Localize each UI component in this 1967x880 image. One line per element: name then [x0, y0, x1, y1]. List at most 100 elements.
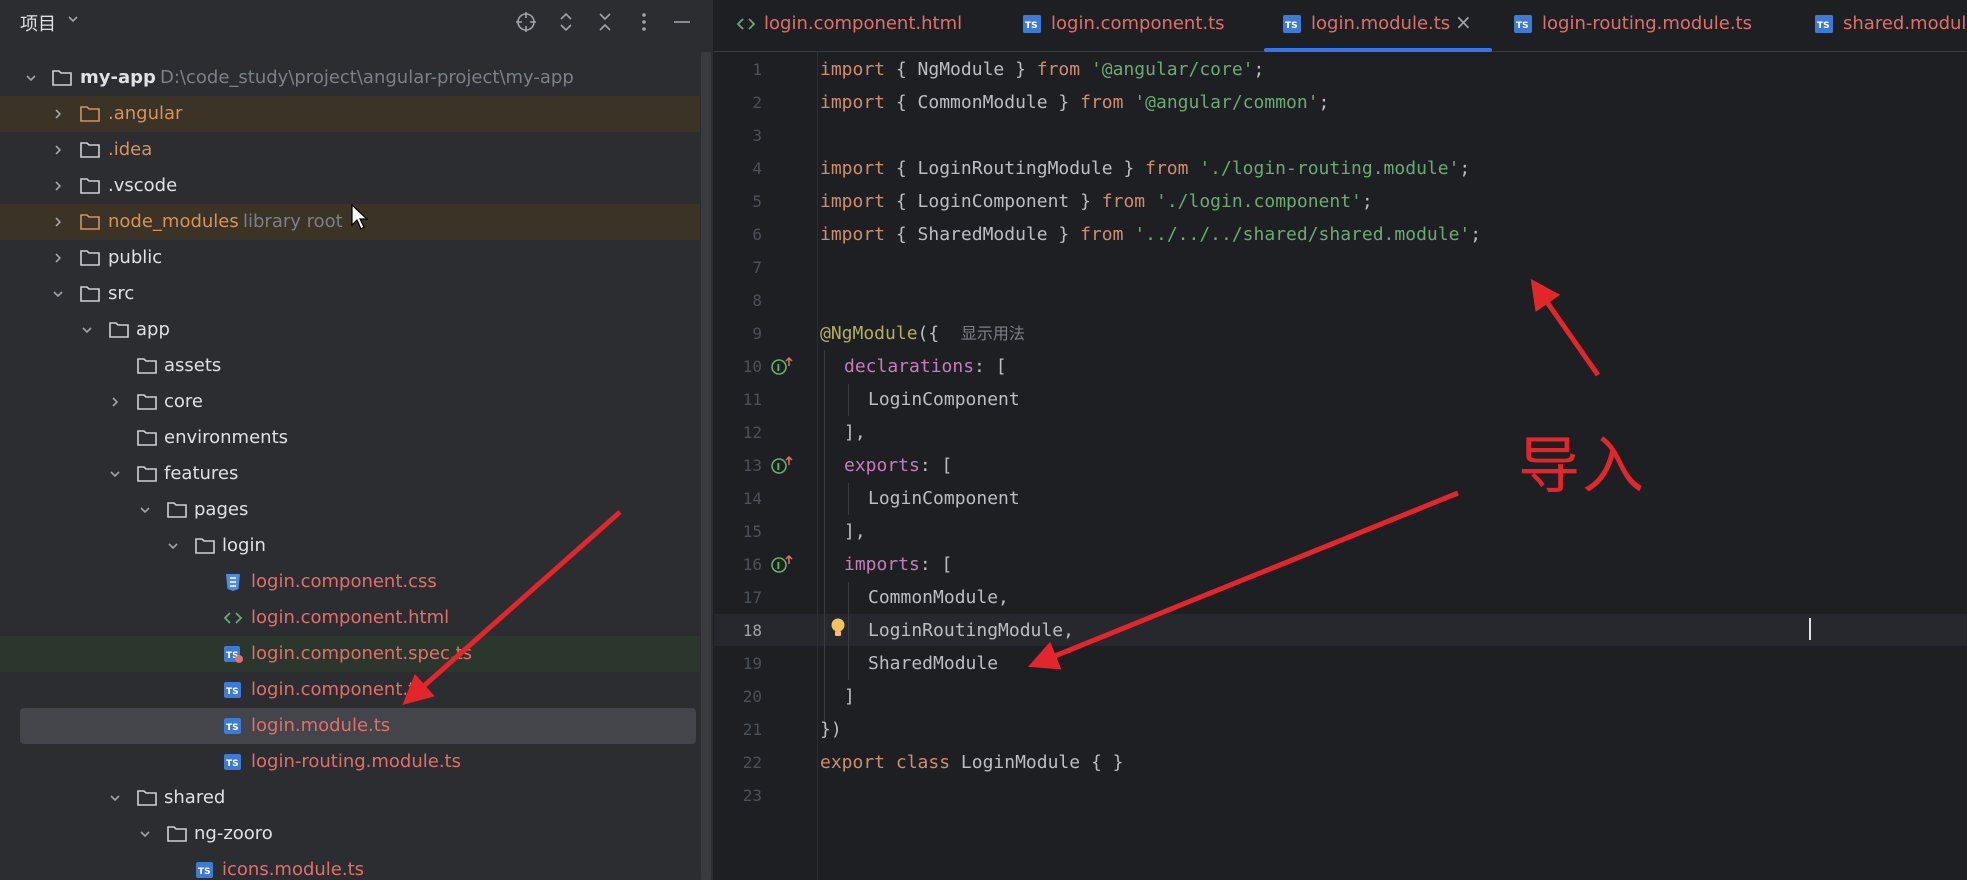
code-line-10[interactable]: declarations: [ — [844, 355, 1007, 379]
tree-item-login-spec[interactable]: TS login.component.spec.ts — [0, 636, 700, 672]
tree-item-label: src — [108, 283, 135, 304]
chevron-down-icon[interactable] — [108, 467, 122, 481]
code-line-21[interactable]: }) — [820, 718, 842, 742]
tree-item-my-app[interactable]: my-app D:\code_study\project\angular-pro… — [0, 60, 700, 96]
tree-item-icons-module[interactable]: TS icons.module.ts — [0, 852, 700, 880]
chevron-right-icon[interactable] — [108, 395, 122, 409]
tab-shared-module[interactable]: TS shared.module — [1812, 0, 1967, 52]
code-text: : [ — [919, 455, 953, 476]
chevron-down-icon[interactable] — [138, 827, 152, 841]
editor-tab-bar: login.component.html TS login.component.… — [714, 0, 1967, 52]
tree-item-assets[interactable]: assets — [0, 348, 700, 384]
chevron-down-icon[interactable] — [51, 287, 65, 301]
tree-item-login-css[interactable]: login.component.css — [0, 564, 700, 600]
code-line-14[interactable]: LoginComponent — [868, 487, 1020, 511]
code-line-13[interactable]: exports: [ — [844, 454, 952, 478]
tree-item-login-component-ts[interactable]: TS login.component.ts — [0, 672, 700, 708]
folder-icon — [80, 214, 100, 230]
close-icon[interactable]: × — [1455, 10, 1472, 34]
code-line-12[interactable]: ], — [844, 421, 866, 445]
tree-item-label: login — [222, 535, 266, 556]
code-line-15[interactable]: ], — [844, 520, 866, 544]
implemented-marker-icon[interactable]: I — [770, 455, 796, 475]
tab-login-component-ts[interactable]: TS login.component.ts — [1020, 0, 1252, 52]
property-name: imports — [844, 554, 920, 575]
folder-icon — [52, 70, 72, 86]
tree-item-core[interactable]: core — [0, 384, 700, 420]
chevron-down-icon[interactable] — [108, 791, 122, 805]
property-name: declarations — [844, 356, 975, 377]
tree-item-login-html[interactable]: login.component.html — [0, 600, 700, 636]
spec-ts-file-icon: TS — [224, 646, 243, 663]
chevron-down-icon[interactable] — [166, 539, 180, 553]
chevron-down-icon[interactable] — [138, 503, 152, 517]
tab-login-routing-module-ts[interactable]: TS login-routing.module.ts — [1511, 0, 1771, 52]
tree-item-features[interactable]: features — [0, 456, 700, 492]
code-line-2[interactable]: import { CommonModule } from '@angular/c… — [820, 91, 1329, 115]
code-line-5[interactable]: import { LoginComponent } from './login.… — [820, 190, 1373, 214]
code-line-9[interactable]: @NgModule({ 显示用法 — [820, 322, 1025, 347]
keyword-class: class — [895, 752, 951, 773]
mouse-cursor-icon — [351, 203, 369, 230]
code-line-16[interactable]: imports: [ — [844, 553, 952, 577]
chevron-right-icon[interactable] — [51, 251, 65, 265]
implemented-marker-icon[interactable]: I — [770, 356, 796, 376]
tree-item-label: login.module.ts — [251, 715, 391, 736]
tree-item-src[interactable]: src — [0, 276, 700, 312]
tree-item-angular[interactable]: .angular — [0, 96, 700, 132]
code-line-11[interactable]: LoginComponent — [868, 388, 1020, 412]
folder-icon — [109, 322, 129, 338]
tree-item-ng-zooro[interactable]: ng-zooro — [0, 816, 700, 852]
tree-item-idea[interactable]: .idea — [0, 132, 700, 168]
code-line-19[interactable]: SharedModule — [868, 652, 998, 676]
project-title[interactable]: 项目 — [20, 10, 56, 36]
code-line-17[interactable]: CommonModule, — [868, 586, 1009, 610]
annotation-label: 导入 — [1518, 429, 1647, 502]
line-number: 8 — [752, 291, 762, 310]
indent-guide — [848, 483, 849, 515]
implemented-marker-icon[interactable]: I — [770, 554, 796, 574]
chevron-down-icon[interactable] — [66, 12, 80, 26]
code-line-18[interactable]: LoginRoutingModule, — [868, 619, 1074, 643]
tree-item-shared[interactable]: shared — [0, 780, 700, 816]
code-editor[interactable]: login.component.html TS login.component.… — [714, 0, 1967, 880]
chevron-down-icon[interactable] — [24, 71, 38, 85]
more-icon[interactable] — [632, 10, 656, 34]
code-text: : [ — [919, 554, 953, 575]
tree-item-label: .vscode — [108, 175, 178, 196]
chevron-down-icon[interactable] — [80, 323, 94, 337]
minimize-icon[interactable] — [670, 10, 694, 34]
chevron-right-icon[interactable] — [51, 179, 65, 193]
html-file-icon — [223, 612, 243, 624]
chevron-right-icon[interactable] — [51, 143, 65, 157]
expand-all-icon[interactable] — [554, 10, 578, 34]
gutter-divider — [817, 52, 818, 880]
tree-item-vscode[interactable]: .vscode — [0, 168, 700, 204]
tree-item-login[interactable]: login — [0, 528, 700, 564]
code-text: ; — [1470, 224, 1482, 245]
tree-item-environments[interactable]: environments — [0, 420, 700, 456]
folder-icon — [80, 106, 100, 122]
code-line-20[interactable]: ] — [844, 685, 855, 709]
tab-login-module-ts[interactable]: TS login.module.ts × — [1280, 0, 1500, 52]
collapse-all-icon[interactable] — [593, 10, 617, 34]
keyword-from: from — [1080, 224, 1124, 245]
code-line-6[interactable]: import { SharedModule } from '../../../s… — [820, 223, 1481, 247]
code-line-4[interactable]: import { LoginRoutingModule } from './lo… — [820, 157, 1470, 181]
tab-login-component-html[interactable]: login.component.html — [714, 0, 982, 52]
ts-file-icon: TS — [1514, 15, 1532, 33]
crosshair-icon[interactable] — [514, 10, 538, 34]
code-line-1[interactable]: import { NgModule } from '@angular/core'… — [820, 58, 1264, 82]
lightbulb-icon[interactable] — [830, 617, 846, 639]
code-line-22[interactable]: export class LoginModule { } — [820, 751, 1123, 775]
tree-item-login-routing[interactable]: TS login-routing.module.ts — [0, 744, 700, 780]
tree-item-pages[interactable]: pages — [0, 492, 700, 528]
chevron-right-icon[interactable] — [51, 107, 65, 121]
tree-item-login-module-ts[interactable]: TS login.module.ts — [20, 708, 696, 744]
usage-hint[interactable]: 显示用法 — [961, 326, 1025, 343]
tree-item-public[interactable]: public — [0, 240, 700, 276]
chevron-right-icon[interactable] — [51, 215, 65, 229]
html-file-icon — [736, 18, 756, 30]
tree-scrollbar[interactable] — [701, 52, 711, 880]
tree-item-app[interactable]: app — [0, 312, 700, 348]
